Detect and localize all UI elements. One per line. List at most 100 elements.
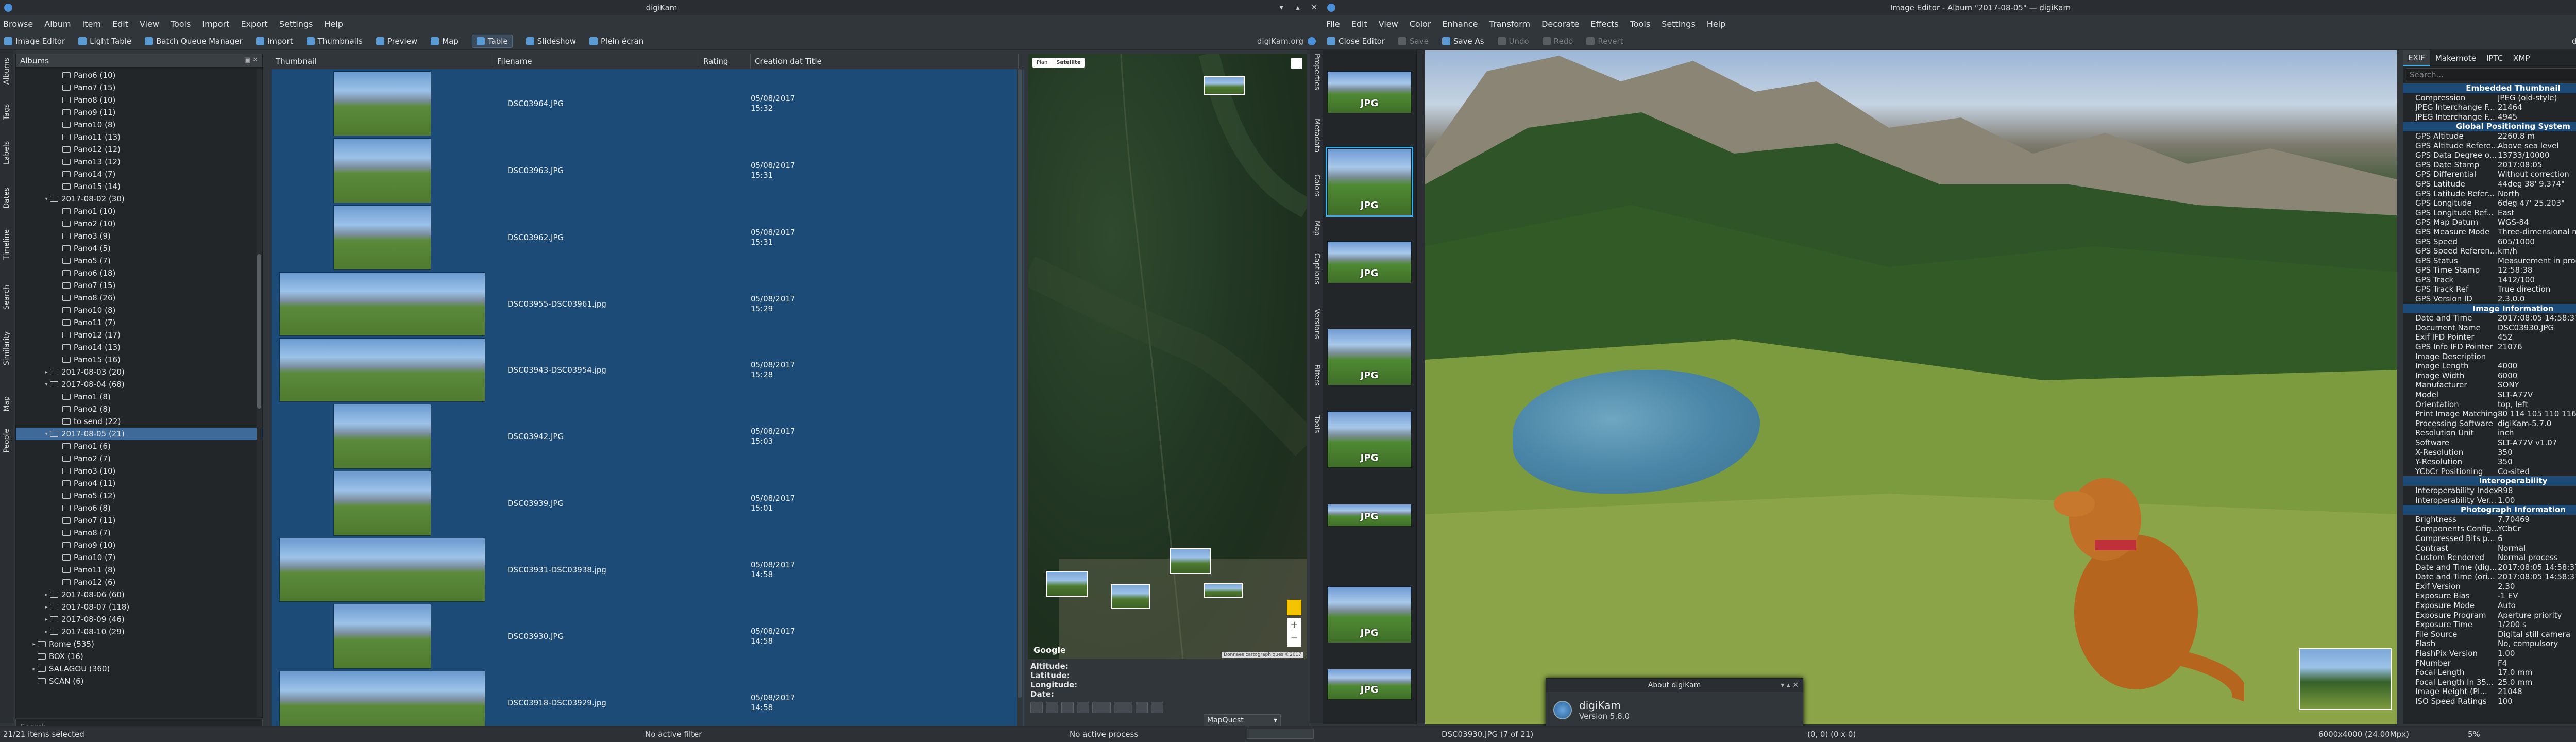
maximize-icon[interactable]: ▴ bbox=[1293, 3, 1302, 12]
metadata-row[interactable]: Date and Time (ori... 2017:08:05 14:58:37 bbox=[2403, 572, 2576, 582]
menu-item-enhance[interactable]: Enhance bbox=[1443, 19, 1478, 29]
metadata-row[interactable]: Image Length 4000 bbox=[2403, 361, 2576, 371]
table-row[interactable]: DSC03964.JPG 05/08/2017 15:32 bbox=[272, 70, 1013, 137]
metadata-row[interactable]: GPS Speed Referen... km/h bbox=[2403, 246, 2576, 256]
expand-icon[interactable]: ▸ bbox=[43, 629, 50, 635]
zoom-slider[interactable] bbox=[1247, 729, 1314, 739]
meta-tab-iptc[interactable]: IPTC bbox=[2481, 51, 2508, 65]
map-tool-icon[interactable] bbox=[1136, 702, 1148, 713]
metadata-row[interactable]: FNumber F4 bbox=[2403, 659, 2576, 668]
metadata-row[interactable]: Flash No, compulsory bbox=[2403, 639, 2576, 649]
album-tree-item[interactable]: Pano14 (13) bbox=[16, 341, 262, 353]
filmstrip-thumbnail[interactable]: JPG bbox=[1327, 669, 1412, 700]
expand-icon[interactable]: ▸ bbox=[30, 666, 38, 672]
table-row[interactable]: DSC03942.JPG 05/08/2017 15:03 bbox=[272, 403, 1013, 470]
album-tree-item[interactable]: Pano4 (11) bbox=[16, 477, 262, 490]
metadata-row[interactable]: GPS Speed 605/1000 bbox=[2403, 237, 2576, 247]
thumbnail-image[interactable] bbox=[279, 338, 485, 402]
metadata-row[interactable]: FlashPix Version 1.00 bbox=[2403, 649, 2576, 659]
metadata-row[interactable]: Orientation top, left bbox=[2403, 400, 2576, 410]
toolbar-button-slideshow[interactable]: Slideshow bbox=[526, 37, 576, 46]
album-tree-item[interactable]: ▸ 2017-08-10 (29) bbox=[16, 626, 262, 638]
album-tree-item[interactable]: BOX (16) bbox=[16, 650, 262, 663]
menu-item-color[interactable]: Color bbox=[1410, 19, 1431, 29]
album-tree-item[interactable]: Pano3 (10) bbox=[16, 465, 262, 477]
menu-item-edit[interactable]: Edit bbox=[1351, 19, 1367, 29]
toolbar-button-light-table[interactable]: Light Table bbox=[78, 37, 131, 46]
metadata-row[interactable]: GPS Time Stamp 12:58:38 bbox=[2403, 265, 2576, 275]
sidebar-tab-map[interactable]: Map bbox=[1313, 221, 1321, 236]
table-scrollbar[interactable] bbox=[1017, 69, 1023, 734]
toolbar-button-thumbnails[interactable]: Thumbnails bbox=[306, 37, 363, 46]
sidebar-tab-search[interactable]: Search bbox=[3, 281, 11, 314]
metadata-row[interactable]: YCbCr Positioning Co-sited bbox=[2403, 467, 2576, 477]
album-tree-item[interactable]: Pano9 (10) bbox=[16, 539, 262, 551]
metadata-row[interactable]: GPS Status Measurement in prog... bbox=[2403, 256, 2576, 266]
metadata-row[interactable]: GPS Measure Mode Three-dimensional m... bbox=[2403, 227, 2576, 237]
toolbar-button-close-editor[interactable]: Close Editor bbox=[1327, 37, 1385, 46]
metadata-row[interactable]: Model SLT-A77V bbox=[2403, 390, 2576, 400]
metadata-row[interactable]: Date and Time 2017:08:05 14:58:37 bbox=[2403, 313, 2576, 323]
table-row[interactable]: DSC03931-DSC03938.jpg 05/08/2017 14:58 bbox=[272, 537, 1013, 603]
album-tree-item[interactable]: Pano7 (15) bbox=[16, 81, 262, 94]
album-tree-item[interactable]: Pano1 (10) bbox=[16, 205, 262, 217]
album-tree-item[interactable]: Pano6 (10) bbox=[16, 69, 262, 81]
filmstrip-thumbnail[interactable]: JPG bbox=[1327, 241, 1412, 283]
album-tree-item[interactable]: Pano8 (26) bbox=[16, 292, 262, 304]
album-tree-item[interactable]: ▾ 2017-08-02 (30) bbox=[16, 193, 262, 205]
filmstrip-thumbnail[interactable]: JPG bbox=[1327, 504, 1412, 527]
sidebar-tab-dates[interactable]: Dates bbox=[3, 183, 11, 213]
menu-item-browse[interactable]: Browse bbox=[3, 19, 33, 29]
metadata-row[interactable]: Interoperability Ver... 1.00 bbox=[2403, 496, 2576, 505]
metadata-row[interactable]: Focal Length In 35... 25.0 mm bbox=[2403, 678, 2576, 687]
metadata-row[interactable]: ISO Speed Ratings 100 bbox=[2403, 697, 2576, 706]
column-header-0[interactable]: Thumbnail bbox=[272, 54, 493, 69]
sidebar-tab-similarity[interactable]: Similarity bbox=[3, 327, 11, 369]
metadata-row[interactable]: Compression JPEG (old-style) bbox=[2403, 93, 2576, 103]
filmstrip-thumbnail[interactable]: JPG bbox=[1327, 329, 1412, 385]
album-tree-item[interactable]: Pano3 (9) bbox=[16, 230, 262, 242]
map-tool-icon[interactable] bbox=[1046, 702, 1058, 713]
album-tree-item[interactable]: Pano2 (7) bbox=[16, 452, 262, 465]
album-tree-item[interactable]: ▸ 2017-08-03 (20) bbox=[16, 366, 262, 378]
album-tree-item[interactable]: Pano11 (13) bbox=[16, 131, 262, 143]
filmstrip-thumbnail[interactable]: JPG bbox=[1327, 586, 1412, 643]
toolbar-button-table[interactable]: Table bbox=[471, 34, 513, 48]
metadata-group-header[interactable]: Embedded Thumbnail bbox=[2403, 83, 2576, 93]
menu-item-view[interactable]: View bbox=[140, 19, 159, 29]
menu-item-decorate[interactable]: Decorate bbox=[1541, 19, 1579, 29]
menu-item-item[interactable]: Item bbox=[82, 19, 101, 29]
table-row[interactable]: DSC03943-DSC03954.jpg 05/08/2017 15:28 bbox=[272, 337, 1013, 403]
column-header-1[interactable]: Filename bbox=[493, 54, 699, 69]
brand-link[interactable]: digiKam.org bbox=[1257, 32, 1316, 50]
album-tree-item[interactable]: Pano2 (10) bbox=[16, 217, 262, 230]
metadata-row[interactable]: Software SLT-A77V v1.07 bbox=[2403, 438, 2576, 448]
sidebar-tab-metadata[interactable]: Metadata bbox=[1313, 119, 1321, 153]
thumbnail-image[interactable] bbox=[333, 205, 431, 270]
metadata-row[interactable]: GPS Altitude Refere... Above sea level bbox=[2403, 141, 2576, 151]
metadata-row[interactable]: Exposure Bias -1 EV bbox=[2403, 591, 2576, 601]
metadata-row[interactable]: GPS Version ID 2.3.0.0 bbox=[2403, 294, 2576, 304]
sidebar-tab-timeline[interactable]: Timeline bbox=[3, 225, 11, 264]
album-tree-item[interactable]: Pano10 (8) bbox=[16, 119, 262, 131]
expand-icon[interactable]: ▸ bbox=[43, 592, 50, 598]
toolbar-button-redo[interactable]: Redo bbox=[1542, 37, 1573, 46]
metadata-row[interactable]: Interoperability Index R98 bbox=[2403, 486, 2576, 496]
metadata-row[interactable]: Components Config... YCbCr bbox=[2403, 524, 2576, 534]
table-row[interactable]: DSC03955-DSC03961.jpg 05/08/2017 15:29 bbox=[272, 271, 1013, 337]
album-tree-item[interactable]: ▸ SALAGOU (360) bbox=[16, 663, 262, 675]
album-tree-item[interactable]: Pano9 (11) bbox=[16, 106, 262, 119]
filmstrip-thumbnail[interactable]: JPG bbox=[1327, 411, 1412, 468]
metadata-row[interactable]: GPS Track Ref True direction bbox=[2403, 284, 2576, 294]
menu-item-album[interactable]: Album bbox=[44, 19, 71, 29]
fullscreen-icon[interactable] bbox=[1291, 58, 1302, 69]
metadata-row[interactable]: Processing Software digiKam-5.7.0 bbox=[2403, 419, 2576, 429]
metadata-row[interactable]: Contrast Normal bbox=[2403, 544, 2576, 553]
album-tree-item[interactable]: Pano11 (8) bbox=[16, 564, 262, 576]
thumbnail-image[interactable] bbox=[333, 71, 431, 136]
meta-tab-makernote[interactable]: Makernote bbox=[2430, 51, 2481, 65]
metadata-row[interactable]: Compressed Bits p... 6 bbox=[2403, 534, 2576, 544]
expand-icon[interactable]: ▸ bbox=[43, 617, 50, 622]
metadata-row[interactable]: Image Height (PI... 21048 bbox=[2403, 687, 2576, 697]
map-photo-marker[interactable] bbox=[1204, 583, 1243, 598]
